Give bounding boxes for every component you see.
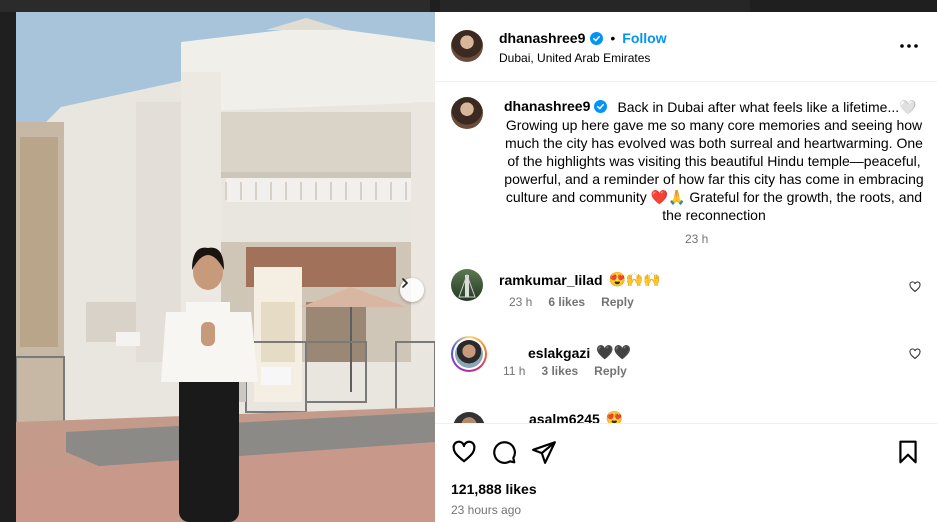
comment-line: asalm6245 😍 xyxy=(529,410,623,423)
backdrop-strip xyxy=(440,0,750,12)
comment-likes[interactable]: 6 likes xyxy=(548,295,585,309)
author-username[interactable]: dhanashree9 xyxy=(499,30,585,46)
post-photo xyxy=(16,12,435,522)
comment-text: 🖤🖤 xyxy=(596,344,632,360)
reply-button[interactable]: Reply xyxy=(601,295,634,309)
post-header: dhanashree9 • Follow Dubai, United Arab … xyxy=(435,12,937,82)
commenter-avatar-story-ring[interactable] xyxy=(451,336,487,372)
comment-text: 😍🙌🙌 xyxy=(608,271,661,287)
caption-text: Back in Dubai after what feels like a li… xyxy=(504,99,924,223)
comment-icon[interactable] xyxy=(491,439,517,465)
commenter-avatar[interactable] xyxy=(453,412,485,423)
comment-line: ramkumar_lilad 😍🙌🙌 xyxy=(499,271,661,288)
comment-meta: 23 h 6 likes Reply xyxy=(509,295,634,309)
caption-author-avatar[interactable] xyxy=(451,97,483,129)
likes-count[interactable]: 121,888 likes xyxy=(451,481,537,497)
screen: dhanashree9 • Follow Dubai, United Arab … xyxy=(0,0,937,522)
send-icon[interactable] xyxy=(531,439,557,465)
comment-meta: 11 h 3 likes Reply xyxy=(503,364,627,378)
separator-dot: • xyxy=(610,30,616,46)
post-location[interactable]: Dubai, United Arab Emirates xyxy=(499,51,650,65)
author-avatar[interactable] xyxy=(451,30,483,62)
heart-icon[interactable] xyxy=(451,439,477,465)
comment-like-heart-icon[interactable] xyxy=(909,348,921,360)
comment-text: 😍 xyxy=(605,410,624,423)
comment-line: eslakgazi 🖤🖤 xyxy=(528,344,631,361)
more-options-button[interactable] xyxy=(897,34,921,58)
bookmark-icon[interactable] xyxy=(895,439,921,465)
reply-button[interactable]: Reply xyxy=(594,364,627,378)
next-photo-button[interactable] xyxy=(400,278,424,302)
post-modal: dhanashree9 • Follow Dubai, United Arab … xyxy=(16,12,937,522)
caption-author-username[interactable]: dhanashree9 xyxy=(504,98,590,114)
commenter-avatar[interactable] xyxy=(451,269,483,301)
chevron-right-icon xyxy=(402,278,408,288)
follow-button[interactable]: Follow xyxy=(622,30,666,46)
comment-likes[interactable]: 3 likes xyxy=(541,364,578,378)
comments-scroll-area[interactable]: Back in Dubai after what feels like a li… xyxy=(435,83,937,423)
author-line: dhanashree9 • Follow xyxy=(499,30,667,46)
comment-time: 11 h xyxy=(503,364,526,378)
comment-username[interactable]: eslakgazi xyxy=(528,345,590,361)
more-horizontal-icon xyxy=(900,44,918,48)
commenter-avatar xyxy=(455,340,483,368)
temple-photo-illustration xyxy=(16,12,435,522)
comment-time: 23 h xyxy=(509,295,533,309)
commenter-avatar-image xyxy=(458,273,476,298)
verified-badge-icon xyxy=(590,31,604,45)
post-time-ago: 23 hours ago xyxy=(451,503,522,517)
commenter-avatar-frame xyxy=(453,338,485,370)
backdrop-strip xyxy=(0,0,430,12)
caption-timestamp: 23 h xyxy=(685,232,709,246)
comment-username[interactable]: ramkumar_lilad xyxy=(499,272,603,288)
post-details-panel: dhanashree9 • Follow Dubai, United Arab … xyxy=(435,12,937,522)
post-actions: 121,888 likes 23 hours ago xyxy=(435,423,937,522)
verified-badge-icon xyxy=(594,99,608,113)
comment-like-heart-icon[interactable] xyxy=(909,281,921,293)
caption-author: dhanashree9 xyxy=(504,98,610,114)
comment-username[interactable]: asalm6245 xyxy=(529,411,600,424)
